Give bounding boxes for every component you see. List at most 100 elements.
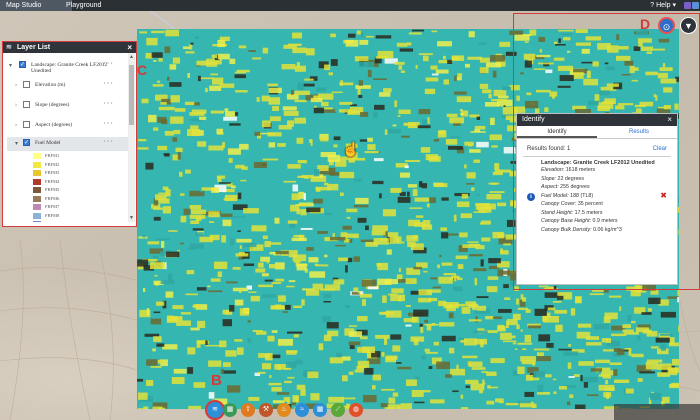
- raster-cell: [396, 42, 408, 47]
- tab-playground[interactable]: Playground: [60, 0, 107, 11]
- layer-list-scrollbar[interactable]: ▲ ▼: [128, 53, 135, 222]
- raster-cell: [291, 193, 301, 201]
- raster-cell: [180, 312, 191, 315]
- chevron-right-icon[interactable]: ›: [15, 82, 17, 88]
- raster-cell: [226, 281, 238, 284]
- layer-checkbox-slope[interactable]: [23, 101, 30, 108]
- raster-cell: [359, 293, 373, 298]
- tools-icon[interactable]: ⚒: [259, 403, 273, 417]
- layer-list-title: Layer List: [17, 44, 51, 51]
- raster-cell: [441, 262, 453, 266]
- upload-icon[interactable]: ⇧: [241, 403, 255, 417]
- chevron-right-icon[interactable]: ›: [15, 102, 17, 108]
- raster-cell: [348, 110, 355, 114]
- layers-icon[interactable]: ≋: [205, 400, 225, 420]
- map-controls-highlight: [513, 13, 700, 290]
- raster-cell: [258, 262, 264, 268]
- raster-cell: [152, 348, 156, 352]
- raster-cell: [238, 251, 245, 256]
- raster-cell: [169, 64, 177, 70]
- raster-cell: [487, 276, 499, 280]
- raster-cell: [512, 313, 521, 321]
- close-icon[interactable]: ×: [127, 42, 132, 53]
- raster-cell: [255, 268, 266, 273]
- layer-checkbox-elevation[interactable]: [23, 81, 30, 88]
- raster-cell: [408, 219, 420, 227]
- layer-fuel-model[interactable]: ▾ ✓ Fuel Model ···: [7, 137, 128, 151]
- chevron-down-icon[interactable]: ▾: [9, 62, 12, 69]
- water-icon[interactable]: ≈: [295, 403, 309, 417]
- raster-cell: [151, 30, 165, 34]
- filter-icon[interactable]: ▼: [680, 17, 697, 34]
- raster-cell: [556, 295, 564, 300]
- raster-cell: [310, 139, 313, 146]
- raster-cell: [261, 363, 272, 370]
- layer-checkbox-fuel-model[interactable]: ✓: [23, 139, 30, 146]
- raster-cell: [243, 208, 259, 214]
- layer-list-header: ≋ Layer List ×: [3, 42, 136, 53]
- more-options-icon[interactable]: ···: [103, 119, 114, 128]
- legend-swatch: [33, 187, 41, 193]
- layer-elevation[interactable]: › Elevation (m) ···: [7, 79, 128, 93]
- raster-cell: [169, 82, 182, 87]
- chevron-down-icon[interactable]: ▾: [15, 140, 18, 147]
- scrollbar-thumb[interactable]: [129, 65, 134, 125]
- raster-cell: [199, 190, 203, 193]
- apps-icon[interactable]: [692, 2, 699, 9]
- raster-cell: [405, 379, 417, 387]
- raster-cell: [156, 301, 165, 306]
- raster-cell: [494, 163, 500, 170]
- globe-icon[interactable]: ◍: [349, 403, 363, 417]
- map-icon[interactable]: ▦: [223, 403, 237, 417]
- raster-cell: [443, 79, 449, 85]
- help-menu[interactable]: ? Help ▾: [650, 0, 676, 11]
- raster-cell: [392, 392, 399, 397]
- raster-cell: [141, 98, 149, 104]
- identify-tool-button[interactable]: ⊙: [658, 17, 675, 34]
- measure-icon[interactable]: ⟋: [331, 403, 345, 417]
- raster-cell: [397, 366, 412, 370]
- raster-cell: [422, 55, 429, 62]
- more-options-icon[interactable]: ···: [103, 137, 114, 146]
- more-options-icon[interactable]: ···: [103, 79, 114, 88]
- raster-cell: [411, 389, 424, 398]
- scroll-up-icon[interactable]: ▲: [128, 54, 135, 60]
- raster-cell: [146, 308, 150, 316]
- layer-landscape[interactable]: ▾ ✓ Landscape: Granite Creek LF2012 Uned…: [7, 59, 128, 77]
- raster-cell: [142, 287, 146, 292]
- grid-icon[interactable]: ▦: [313, 403, 327, 417]
- chevron-right-icon[interactable]: ›: [15, 122, 17, 128]
- raster-cell: [287, 331, 303, 334]
- raster-cell: [449, 117, 465, 124]
- raster-cell: [150, 366, 162, 368]
- raster-cell: [342, 375, 348, 382]
- raster-cell: [379, 193, 382, 199]
- raster-cell: [316, 87, 327, 92]
- user-avatar[interactable]: [684, 2, 691, 9]
- layer-checkbox-aspect[interactable]: [23, 121, 30, 128]
- raster-cell: [381, 388, 395, 391]
- raster-cell: [234, 299, 244, 306]
- layer-slope[interactable]: › Slope (degrees) ···: [7, 99, 128, 113]
- raster-cell: [185, 169, 191, 174]
- raster-cell: [208, 221, 215, 223]
- raster-cell: [516, 324, 520, 330]
- raster-cell: [183, 46, 190, 50]
- fire-icon[interactable]: ♨: [277, 403, 291, 417]
- layer-checkbox-landscape[interactable]: ✓: [19, 61, 26, 68]
- raster-cell: [558, 385, 567, 390]
- raster-cell: [230, 185, 236, 189]
- more-options-icon[interactable]: ···: [103, 99, 114, 108]
- raster-cell: [219, 83, 235, 88]
- layer-aspect[interactable]: › Aspect (degrees) ···: [7, 119, 128, 133]
- raster-cell: [376, 262, 382, 267]
- raster-cell: [147, 241, 160, 245]
- raster-cell: [171, 377, 185, 385]
- raster-cell: [430, 65, 438, 70]
- scroll-down-icon[interactable]: ▼: [128, 215, 135, 221]
- raster-cell: [324, 64, 331, 71]
- more-options-icon[interactable]: ···: [103, 59, 114, 68]
- raster-cell: [162, 344, 178, 350]
- raster-cell: [381, 352, 385, 357]
- raster-cell: [408, 32, 422, 35]
